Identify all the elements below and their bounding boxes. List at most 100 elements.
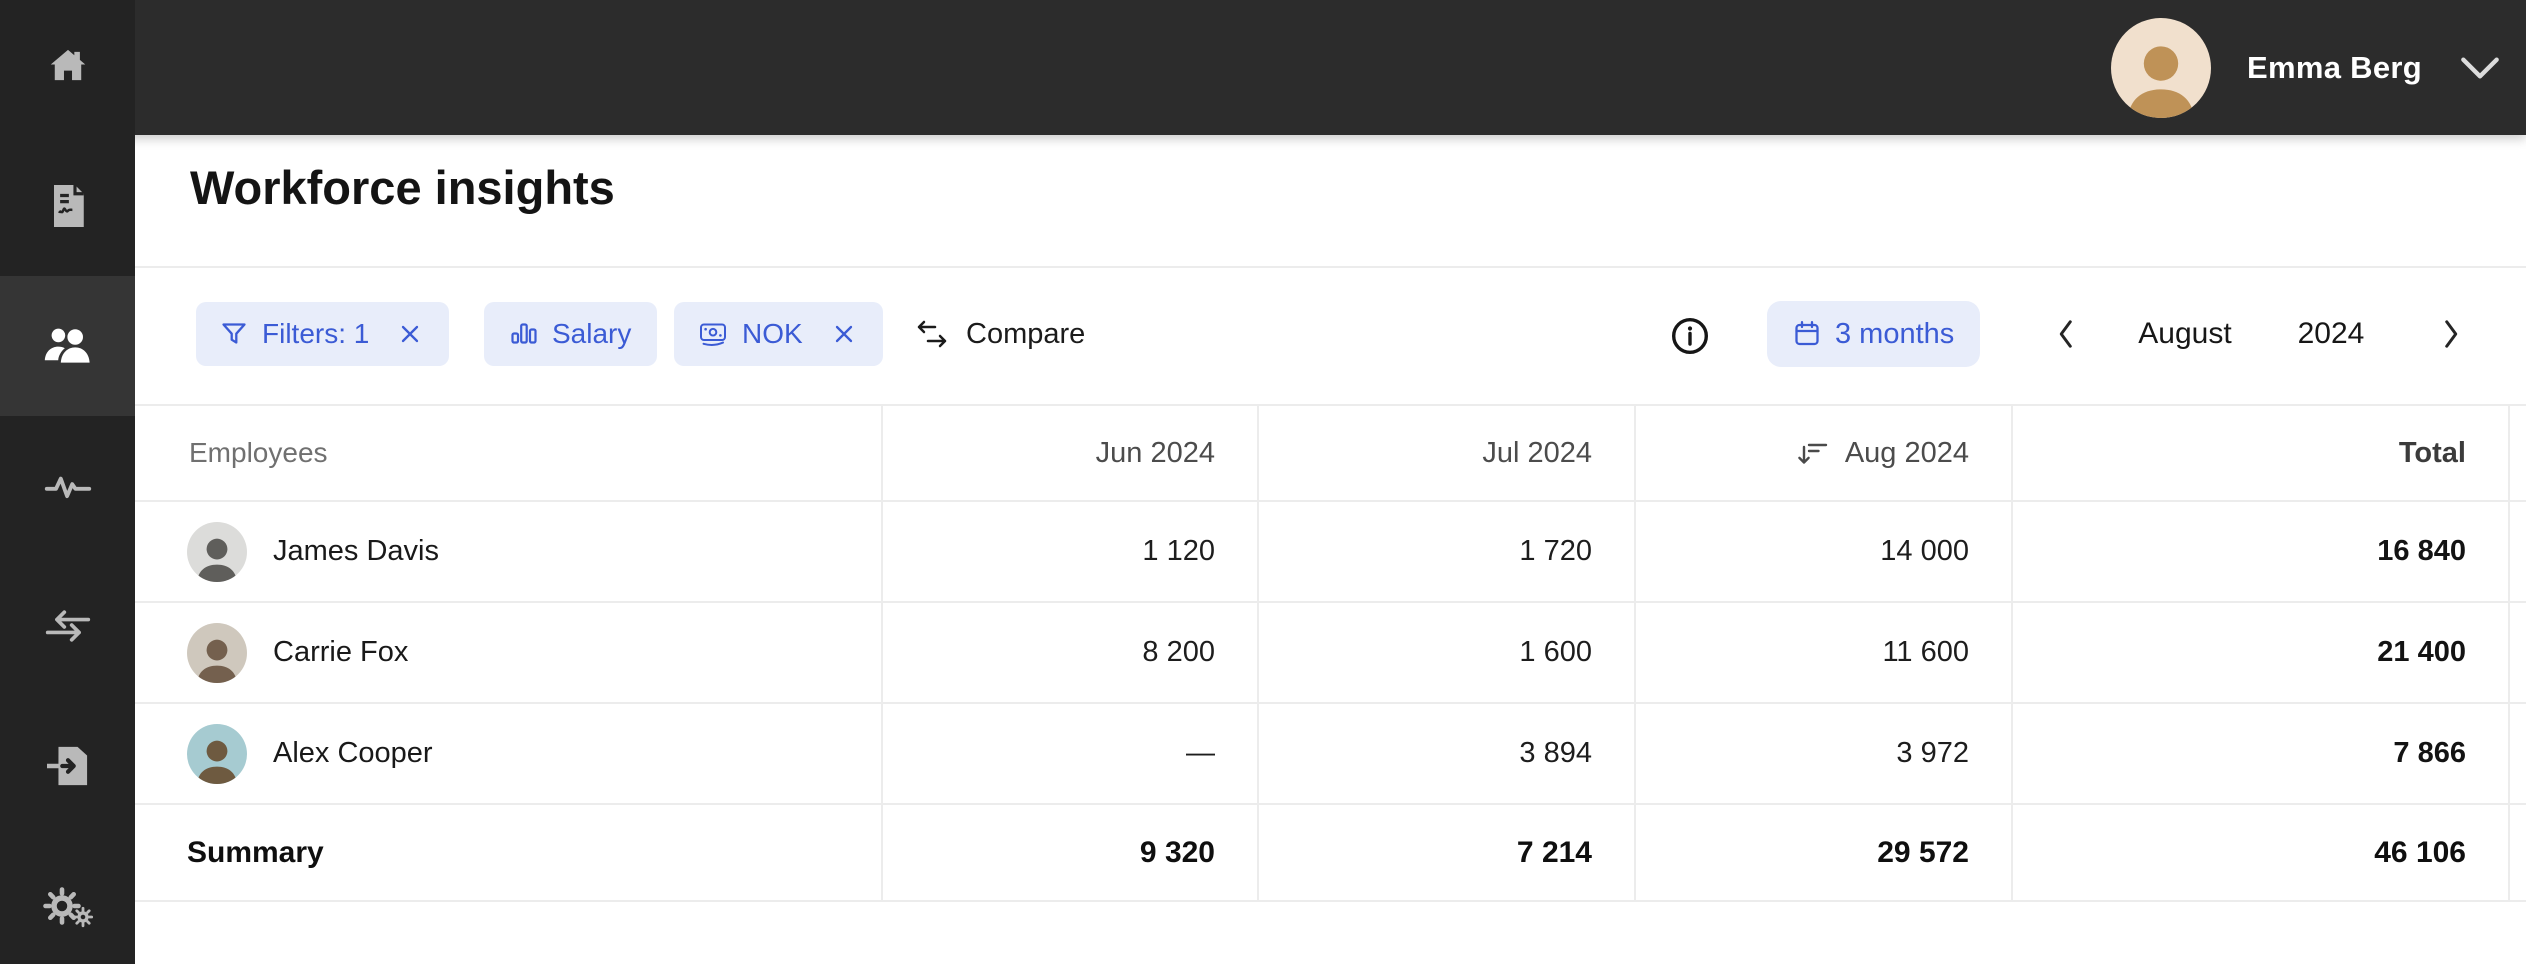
compare-button[interactable]: Compare bbox=[915, 302, 1085, 366]
value-cell: — bbox=[881, 704, 1257, 805]
summary-label-cell: Summary bbox=[135, 805, 881, 902]
home-icon bbox=[45, 43, 91, 89]
value-cell: 3 894 bbox=[1257, 704, 1634, 805]
employee-cell[interactable]: Alex Cooper bbox=[135, 704, 881, 805]
compare-arrows-icon bbox=[915, 318, 949, 350]
sidebar-item-activity[interactable] bbox=[0, 416, 135, 556]
chevron-down-icon bbox=[2458, 50, 2502, 86]
currency-chip-label: NOK bbox=[742, 318, 803, 350]
sidebar-item-employees[interactable] bbox=[0, 276, 135, 416]
employee-name: Carrie Fox bbox=[273, 636, 408, 669]
page-title: Workforce insights bbox=[190, 160, 615, 215]
value: 1 720 bbox=[1519, 535, 1592, 568]
filters-chip-close-icon[interactable] bbox=[395, 319, 425, 349]
column-header-label: Total bbox=[2399, 437, 2466, 470]
chevron-left-icon bbox=[2057, 319, 2074, 349]
spacer-cell bbox=[2508, 502, 2526, 603]
total-cell: 16 840 bbox=[2011, 502, 2508, 603]
sidebar-item-settings[interactable] bbox=[0, 836, 135, 964]
column-header-jun-2024[interactable]: Jun 2024 bbox=[881, 404, 1257, 502]
column-header-jul-2024[interactable]: Jul 2024 bbox=[1257, 404, 1634, 502]
salary-chip-label: Salary bbox=[552, 318, 631, 350]
value: 7 866 bbox=[2393, 737, 2466, 770]
previous-month-button[interactable] bbox=[2043, 302, 2087, 366]
column-header-aug-2024[interactable]: Aug 2024 bbox=[1634, 404, 2011, 502]
summary-value-cell: 9 320 bbox=[881, 805, 1257, 902]
column-header-total[interactable]: Total bbox=[2011, 404, 2508, 502]
spacer-cell bbox=[2508, 805, 2526, 902]
value-cell: 1 720 bbox=[1257, 502, 1634, 603]
employee-name: James Davis bbox=[273, 535, 439, 568]
topbar: Emma Berg bbox=[0, 0, 2526, 135]
spacer-cell bbox=[2508, 704, 2526, 805]
value: 7 214 bbox=[1517, 836, 1592, 870]
value: 9 320 bbox=[1140, 836, 1215, 870]
summary-value-cell: 29 572 bbox=[1634, 805, 2011, 902]
currency-chip[interactable]: NOK bbox=[674, 302, 883, 366]
total-cell: 21 400 bbox=[2011, 603, 2508, 704]
summary-label: Summary bbox=[187, 836, 324, 870]
value: 14 000 bbox=[1880, 535, 1969, 568]
calendar-icon bbox=[1793, 320, 1821, 348]
filters-chip[interactable]: Filters: 1 bbox=[196, 302, 449, 366]
person-silhouette-icon bbox=[191, 530, 243, 582]
column-header-label: Jul 2024 bbox=[1482, 437, 1592, 470]
value: — bbox=[1186, 737, 1215, 770]
funnel-icon bbox=[220, 320, 248, 348]
value: 3 972 bbox=[1896, 737, 1969, 770]
user-menu[interactable]: Emma Berg bbox=[2111, 0, 2502, 135]
employee-name: Alex Cooper bbox=[273, 737, 433, 770]
users-icon bbox=[42, 325, 94, 367]
banknote-icon bbox=[698, 319, 728, 349]
chevron-right-icon bbox=[2443, 319, 2460, 349]
value-cell: 3 972 bbox=[1634, 704, 2011, 805]
value: 46 106 bbox=[2374, 836, 2466, 870]
value-cell: 14 000 bbox=[1634, 502, 2011, 603]
avatar bbox=[187, 724, 247, 784]
sidebar-item-reports[interactable] bbox=[0, 136, 135, 276]
person-silhouette-icon bbox=[2118, 32, 2204, 118]
person-silhouette-icon bbox=[191, 631, 243, 683]
value: 1 600 bbox=[1519, 636, 1592, 669]
period-chip[interactable]: 3 months bbox=[1767, 301, 1980, 367]
avatar bbox=[187, 623, 247, 683]
employee-cell[interactable]: James Davis bbox=[135, 502, 881, 603]
value: 11 600 bbox=[1882, 636, 1969, 669]
sidebar-item-transfers[interactable] bbox=[0, 556, 135, 696]
column-header-label: Employees bbox=[189, 437, 328, 469]
value-cell: 11 600 bbox=[1634, 603, 2011, 704]
summary-value-cell: 7 214 bbox=[1257, 805, 1634, 902]
avatar bbox=[187, 522, 247, 582]
person-silhouette-icon bbox=[191, 732, 243, 784]
value: 3 894 bbox=[1519, 737, 1592, 770]
swap-arrows-icon bbox=[44, 609, 92, 643]
sidebar bbox=[0, 0, 135, 964]
title-divider bbox=[135, 266, 2526, 268]
value-cell: 8 200 bbox=[881, 603, 1257, 704]
filters-chip-label: Filters: 1 bbox=[262, 318, 369, 350]
month-label: August bbox=[2110, 302, 2260, 366]
avatar bbox=[2111, 18, 2211, 118]
salary-chip[interactable]: Salary bbox=[484, 302, 657, 366]
value: 16 840 bbox=[2377, 535, 2466, 568]
column-header-label: Aug 2024 bbox=[1845, 437, 1969, 470]
report-document-icon bbox=[47, 183, 89, 229]
sidebar-item-export[interactable] bbox=[0, 696, 135, 836]
compare-label: Compare bbox=[966, 318, 1085, 351]
next-month-button[interactable] bbox=[2429, 302, 2473, 366]
activity-icon bbox=[44, 471, 92, 501]
summary-value-cell: 46 106 bbox=[2011, 805, 2508, 902]
year-label: 2024 bbox=[2281, 302, 2381, 366]
value: 21 400 bbox=[2377, 636, 2466, 669]
sidebar-item-home[interactable] bbox=[0, 0, 135, 136]
column-header-employees[interactable]: Employees bbox=[135, 404, 881, 502]
currency-chip-close-icon[interactable] bbox=[829, 319, 859, 349]
settings-gears-icon bbox=[43, 884, 93, 928]
app-window: Emma Berg bbox=[0, 0, 2526, 964]
value: 1 120 bbox=[1142, 535, 1215, 568]
info-button[interactable] bbox=[1671, 317, 1709, 355]
sort-descending-icon bbox=[1797, 440, 1829, 467]
employee-cell[interactable]: Carrie Fox bbox=[135, 603, 881, 704]
value: 8 200 bbox=[1142, 636, 1215, 669]
value: 29 572 bbox=[1877, 836, 1969, 870]
